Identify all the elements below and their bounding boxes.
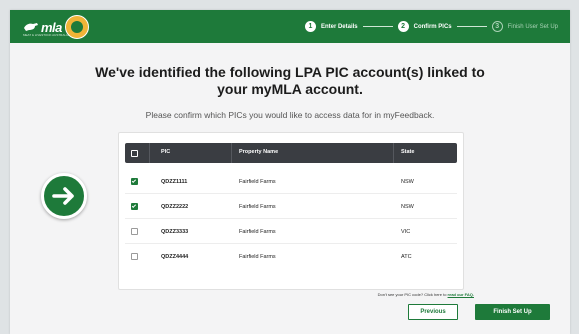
column-header-pic: PIC <box>161 149 171 155</box>
table-row[interactable]: QDZZ3333 Fairfield Farms VIC <box>125 220 457 244</box>
step-confirm-pics: 2 Confirm PICs <box>397 21 452 32</box>
progress-steps: 1 Enter Details 2 Confirm PICs 3 Finish … <box>304 10 558 43</box>
row-checkbox[interactable] <box>131 253 138 260</box>
step-connector <box>456 26 487 27</box>
property-name: Fairfield Farms <box>239 254 276 260</box>
property-name: Fairfield Farms <box>239 229 276 235</box>
step-label: Confirm PICs <box>413 23 452 30</box>
faq-note: Don't see your PIC code? Click here to r… <box>378 292 474 297</box>
pic-code: QDZZ2222 <box>161 204 189 210</box>
table-header: PIC Property Name State <box>125 143 457 163</box>
seal-center <box>71 21 83 33</box>
logo-subtext: MEAT & LIVESTOCK AUSTRALIA <box>23 33 69 37</box>
mla-logo[interactable]: mla MEAT & LIVESTOCK AUSTRALIA <box>23 15 69 39</box>
step-enter-details: 1 Enter Details <box>304 21 358 32</box>
step-number: 3 <box>491 21 503 32</box>
property-name: Fairfield Farms <box>239 204 276 210</box>
column-divider <box>393 143 394 163</box>
finish-setup-button[interactable]: Finish Set Up <box>475 304 550 320</box>
state-code: NSW <box>401 204 414 210</box>
column-divider <box>149 143 150 163</box>
step-connector <box>362 26 393 27</box>
top-bar: mla MEAT & LIVESTOCK AUSTRALIA 1 Enter D… <box>10 10 570 43</box>
state-code: VIC <box>401 229 411 235</box>
previous-button[interactable]: Previous <box>408 304 458 320</box>
app-window: mla MEAT & LIVESTOCK AUSTRALIA 1 Enter D… <box>10 10 570 334</box>
seal-icon <box>65 15 89 39</box>
step-number: 1 <box>304 21 316 32</box>
table-row[interactable]: QDZZ4444 Fairfield Farms ATC <box>125 245 457 268</box>
table-row[interactable]: QDZZ1111 Fairfield Farms NSW <box>125 170 457 194</box>
column-header-state: State <box>401 149 415 155</box>
column-divider <box>231 143 232 163</box>
step-label: Enter Details <box>320 23 358 30</box>
row-checkbox[interactable] <box>131 178 138 185</box>
arrow-shape <box>52 187 74 205</box>
pic-code: QDZZ4444 <box>161 254 189 260</box>
pic-table: PIC Property Name State QDZZ1111 Fairfie… <box>118 132 464 290</box>
step-finish-setup: 3 Finish User Set Up <box>491 21 558 32</box>
step-label: Finish User Set Up <box>507 23 558 30</box>
cow-icon <box>24 23 38 31</box>
pic-code: QDZZ1111 <box>161 179 188 185</box>
state-code: NSW <box>401 179 414 185</box>
pic-code: QDZZ3333 <box>161 229 189 235</box>
row-checkbox[interactable] <box>131 203 138 210</box>
step-number: 2 <box>397 21 409 32</box>
table-row[interactable]: QDZZ2222 Fairfield Farms NSW <box>125 195 457 219</box>
column-header-property: Property Name <box>239 149 279 155</box>
page-subtitle: Please confirm which PICs you would like… <box>145 110 435 120</box>
row-checkbox[interactable] <box>131 228 138 235</box>
state-code: ATC <box>401 254 412 260</box>
faq-link[interactable]: read our FAQ. <box>448 292 474 297</box>
property-name: Fairfield Farms <box>239 179 276 185</box>
select-all-checkbox[interactable] <box>131 150 138 157</box>
faq-text: Don't see your PIC code? Click here to <box>377 292 447 297</box>
page-title: We've identified the following LPA PIC a… <box>95 64 485 97</box>
arrow-right-icon <box>41 173 87 219</box>
